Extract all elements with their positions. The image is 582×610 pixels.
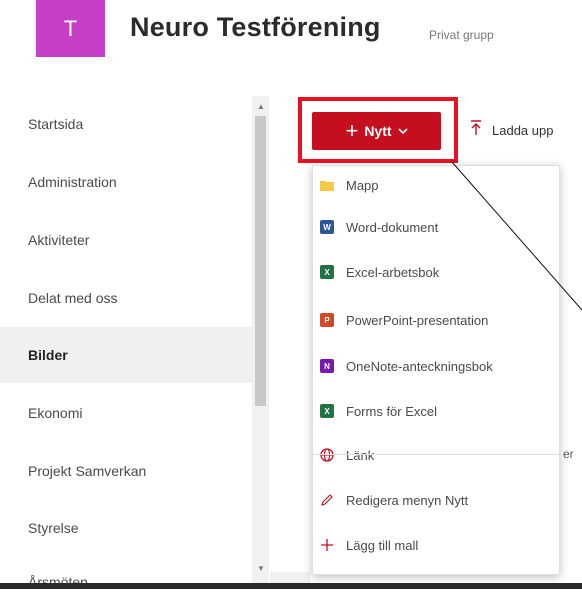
- left-navigation: Startsida Administration Aktiviteter Del…: [0, 96, 252, 590]
- powerpoint-icon: P: [320, 313, 334, 327]
- onenote-icon: N: [320, 359, 334, 373]
- nav-item-bilder[interactable]: Bilder: [0, 327, 252, 383]
- new-menu: Mapp W Word-dokument X Excel-arbetsbok P…: [312, 165, 560, 575]
- pencil-icon: [320, 493, 334, 507]
- menu-item-label: Excel-arbetsbok: [346, 264, 440, 280]
- menu-item-label: Mapp: [346, 177, 379, 193]
- word-icon: W: [320, 220, 334, 234]
- taskbar-edge: [0, 583, 582, 589]
- menu-item-link[interactable]: Länk: [313, 437, 559, 473]
- nav-item-label: Administration: [28, 174, 117, 190]
- site-logo[interactable]: T: [36, 0, 105, 57]
- menu-item-excel[interactable]: X Excel-arbetsbok: [313, 254, 559, 290]
- menu-item-label: Länk: [346, 447, 375, 463]
- menu-item-label: Forms för Excel: [346, 403, 438, 419]
- new-button[interactable]: + Nytt: [312, 112, 441, 150]
- menu-item-word[interactable]: W Word-dokument: [313, 209, 559, 245]
- nav-item-label: Projekt Samverkan: [28, 463, 147, 479]
- menu-item-onenote[interactable]: N OneNote-anteckningsbok: [313, 348, 559, 384]
- plus-icon: [320, 538, 334, 552]
- menu-item-label: OneNote-anteckningsbok: [346, 358, 493, 374]
- nav-scrollbar[interactable]: ▲ ▼: [252, 96, 269, 589]
- menu-item-forms[interactable]: X Forms för Excel: [313, 393, 559, 429]
- nav-item-arsmoten[interactable]: Årsmöten: [0, 554, 252, 610]
- nav-item-label: Bilder: [28, 347, 68, 363]
- nav-item-projekt-samverkan[interactable]: Projekt Samverkan: [0, 443, 252, 499]
- nav-item-administration[interactable]: Administration: [0, 154, 252, 210]
- menu-item-label: PowerPoint-presentation: [346, 312, 489, 328]
- menu-divider: [313, 454, 559, 455]
- nav-item-label: Delat med oss: [28, 290, 118, 306]
- link-icon: [320, 448, 334, 462]
- privacy-label: Privat grupp: [429, 28, 494, 42]
- nav-item-aktiviteter[interactable]: Aktiviteter: [0, 212, 252, 268]
- horizontal-scrollbar[interactable]: [270, 572, 310, 583]
- plus-icon: +: [345, 118, 359, 143]
- nav-item-delat-med-oss[interactable]: Delat med oss: [0, 270, 252, 326]
- folder-icon: [320, 178, 334, 192]
- excel-icon: X: [320, 265, 334, 279]
- menu-item-add-template[interactable]: Lägg till mall: [313, 527, 559, 563]
- nav-item-ekonomi[interactable]: Ekonomi: [0, 385, 252, 441]
- nav-item-styrelse[interactable]: Styrelse: [0, 500, 252, 556]
- menu-item-label: Word-dokument: [346, 219, 439, 235]
- new-button-label: Nytt: [364, 123, 392, 139]
- scrollbar-thumb[interactable]: [255, 116, 266, 406]
- nav-item-label: Styrelse: [28, 520, 79, 536]
- upload-icon: [470, 120, 482, 141]
- scroll-up-icon[interactable]: ▲: [257, 102, 265, 111]
- chevron-down-icon: [397, 124, 408, 138]
- menu-item-edit-new-menu[interactable]: Redigera menyn Nytt: [313, 482, 559, 518]
- nav-item-startsida[interactable]: Startsida: [0, 96, 252, 152]
- site-logo-letter: T: [63, 15, 78, 41]
- menu-item-folder[interactable]: Mapp: [313, 167, 559, 203]
- site-title[interactable]: Neuro Testförening: [130, 12, 381, 43]
- nav-item-label: Ekonomi: [28, 405, 83, 421]
- scroll-down-icon[interactable]: ▼: [257, 564, 265, 573]
- nav-item-label: Aktiviteter: [28, 232, 90, 248]
- menu-item-powerpoint[interactable]: P PowerPoint-presentation: [313, 302, 559, 338]
- upload-button[interactable]: Ladda upp: [470, 120, 553, 141]
- menu-item-label: Redigera menyn Nytt: [346, 492, 469, 508]
- forms-icon: X: [320, 404, 334, 418]
- background-text-fragment: er: [563, 447, 574, 461]
- nav-item-label: Startsida: [28, 116, 84, 132]
- menu-item-label: Lägg till mall: [346, 537, 419, 553]
- upload-label: Ladda upp: [492, 123, 554, 138]
